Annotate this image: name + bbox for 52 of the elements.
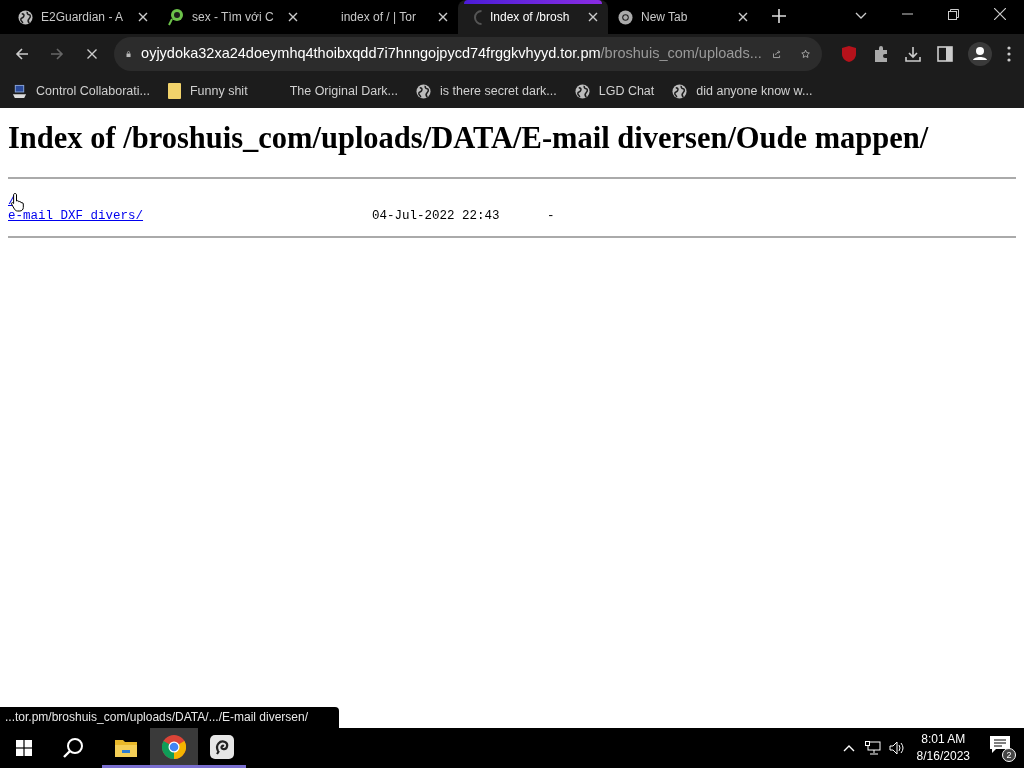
clock-time[interactable]: 8:01 AM <box>921 731 966 748</box>
clock-date[interactable]: 8/16/2023 <box>916 748 970 765</box>
browser-tab[interactable]: Index of /brosh <box>458 0 608 34</box>
bookmark-link[interactable]: The Original Dark... <box>289 81 398 101</box>
restore-icon[interactable] <box>948 9 959 20</box>
chevron-up-icon[interactable] <box>842 744 855 752</box>
browser-tab[interactable]: E2Guardian - A <box>8 0 158 34</box>
close-icon[interactable] <box>588 12 598 22</box>
side-panel-icon[interactable] <box>936 45 954 63</box>
file-size: - <box>547 208 555 224</box>
close-icon[interactable] <box>288 12 298 22</box>
network-icon[interactable] <box>864 741 881 755</box>
bookmark-link[interactable]: did anyone know w... <box>696 81 813 101</box>
chrome-icon <box>618 9 633 25</box>
hand-cursor-icon <box>10 192 26 212</box>
close-icon[interactable] <box>138 12 148 22</box>
loading-spinner-icon <box>474 9 482 25</box>
shield-icon[interactable] <box>840 45 858 63</box>
puzzle-icon[interactable] <box>872 45 890 63</box>
globe-icon <box>574 83 590 99</box>
globe-icon <box>672 83 688 99</box>
folder-icon <box>167 83 181 99</box>
close-icon[interactable] <box>738 12 748 22</box>
status-bubble: ...tor.pm/broshuis_com/uploads/DATA/.../E-mail diversen/ <box>0 707 339 728</box>
browser-tab[interactable]: index of / | Tor <box>308 0 458 34</box>
computer-icon <box>12 83 27 99</box>
modified-date: 04-Jul-2022 22:43 <box>372 208 501 224</box>
url-text: oyjydoka32xa24doeymhq4thoibxqdd7i7hnngojpycd74frggkvhyyd.tor.pm/broshuis_com/uploads... <box>141 44 762 64</box>
profile-icon[interactable] <box>968 42 992 66</box>
menu-icon[interactable] <box>1006 45 1012 63</box>
directory-link[interactable]: e-mail DXF divers/ <box>8 208 144 223</box>
globe-icon <box>18 9 33 25</box>
page-heading: Index of /broshuis_com/uploads/DATA/E-mail diversen/Oude mappen/ <box>8 122 930 156</box>
windows-start-icon[interactable] <box>16 740 32 756</box>
lock-icon <box>126 48 132 60</box>
bookmark-link[interactable]: is there secret dark... <box>440 81 557 101</box>
download-icon[interactable] <box>904 45 922 63</box>
browser-tab[interactable]: sex - Tìm với C <box>158 0 308 34</box>
chevron-down-icon[interactable] <box>855 12 867 20</box>
bookmark-link[interactable]: Funny shit <box>189 81 248 101</box>
new-tab-icon[interactable] <box>772 9 786 23</box>
close-window-icon[interactable] <box>994 8 1006 20</box>
bookmark-link[interactable]: Control Collaborati... <box>36 81 150 101</box>
globe-icon <box>416 83 431 99</box>
speaker-icon[interactable] <box>888 741 905 755</box>
close-icon[interactable] <box>438 12 448 22</box>
search-icon[interactable] <box>62 737 84 759</box>
address-bar[interactable]: oyjydoka32xa24doeymhq4thoibxqdd7i7hnngojpycd74frggkvhyyd.tor.pm/broshuis_com/uploads... <box>114 37 822 71</box>
browser-tab[interactable]: New Tab <box>608 0 758 34</box>
chrome-icon[interactable] <box>162 734 186 759</box>
app-icon[interactable] <box>210 734 234 759</box>
bookmark-link[interactable]: LGD Chat <box>598 81 655 101</box>
